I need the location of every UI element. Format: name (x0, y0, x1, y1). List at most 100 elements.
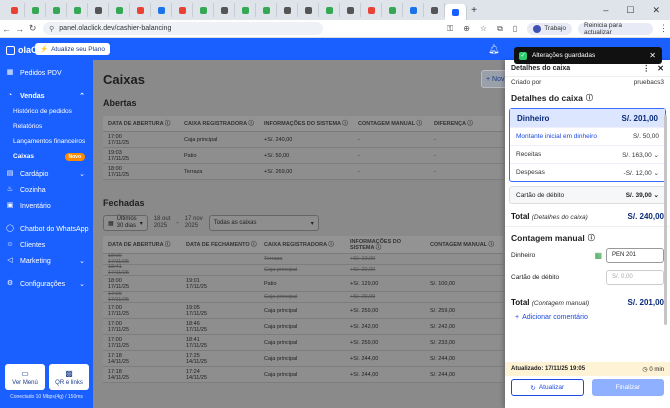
sidebar-item-clientes[interactable]: ☺ Clientes (0, 237, 93, 253)
date-from[interactable]: 18 out 2025 (154, 216, 171, 230)
sidebar-item-cozinha[interactable]: ♨ Cozinha (0, 182, 93, 198)
browser-tab[interactable] (403, 3, 424, 17)
sidebar-item-cardapio[interactable]: ▤ Cardápio ⌄ (0, 166, 93, 182)
table-row[interactable]: 18:00 17/11/25 Terraza +S/. 269,00 - - (103, 164, 503, 180)
info-icon[interactable]: ⓘ (588, 233, 595, 243)
profile-button[interactable]: Trabajo (527, 22, 572, 35)
back-icon[interactable]: ← (0, 24, 13, 34)
browser-tab[interactable] (88, 3, 109, 17)
sidebar-item-label: Pedidos PDV (20, 69, 62, 77)
sidebar-item-label: Vendas (20, 92, 45, 100)
cash-value: S/. 201,00 (621, 113, 658, 123)
browser-menu-icon[interactable]: ⋮ (657, 23, 670, 34)
browser-tab[interactable] (130, 3, 151, 17)
cashier-filter-select[interactable]: Todas as caixas ▾ (208, 215, 319, 231)
browser-tab[interactable] (172, 3, 193, 17)
sidebar-sub-historico[interactable]: Histórico de pedidos (0, 104, 93, 119)
table-cell: - (358, 168, 360, 175)
olaclick-logo-icon (6, 45, 15, 55)
sidebar-item-configuracoes[interactable]: ⚙ Configurações ⌄ (0, 276, 93, 292)
browser-tab[interactable] (4, 3, 25, 17)
sidebar-sub-label: Histórico de pedidos (13, 108, 72, 115)
sidebar-sub-relatorios[interactable]: Relatórios (0, 119, 93, 134)
new-cashier-button[interactable]: + Nov (481, 70, 505, 88)
browser-tab[interactable] (67, 3, 88, 17)
table-cell: 18:00 17/11/25 (108, 277, 130, 290)
table-row[interactable]: 17:00 17/11/25 Caja principal +S/. 20,00 (103, 291, 503, 303)
refresh-icon: ↻ (530, 384, 536, 392)
finish-button[interactable]: Finalizar (591, 379, 664, 396)
minimize-icon[interactable]: – (603, 5, 608, 16)
zoom-icon[interactable]: ⊕ (463, 24, 470, 34)
info-icon[interactable]: ⓘ (586, 93, 593, 103)
expense-row[interactable]: Despesas -S/. 12,00 ⌄ (510, 163, 665, 181)
table-row[interactable]: 19:03 17/11/25 Patio +S/. 50,00 - - (103, 148, 503, 164)
browser-tab[interactable] (235, 3, 256, 17)
browser-tab[interactable] (445, 4, 467, 20)
cash-total-row[interactable]: Dinheiro S/. 201,00 (510, 109, 665, 127)
browser-tab[interactable] (151, 3, 172, 17)
browser-tab[interactable] (25, 3, 46, 17)
table-row[interactable]: 17:00 17/11/25 Caja principal +S/. 240,00 -… (103, 132, 503, 148)
income-row[interactable]: Receitas S/. 163,00 ⌄ (510, 145, 665, 163)
drawer-scrollbar[interactable] (664, 115, 667, 325)
manual-debit-input[interactable]: S/. 0,00 (606, 269, 664, 285)
bookmark-star-icon[interactable]: ☆ (480, 24, 487, 34)
browser-tab[interactable] (256, 3, 277, 17)
table-row[interactable]: 17:18 14/11/25 17:25 14/11/25 Caja princip… (103, 351, 503, 367)
browser-tab[interactable] (361, 3, 382, 17)
site-info-icon[interactable]: ⚲ (49, 25, 54, 33)
browser-tab[interactable] (193, 3, 214, 17)
table-row[interactable]: 17:18 14/11/25 17:24 14/11/25 Caja princip… (103, 367, 503, 383)
browser-tab[interactable] (109, 3, 130, 17)
reload-icon[interactable]: ↻ (26, 23, 39, 34)
close-icon[interactable]: ✕ (649, 51, 656, 60)
add-comment-label: Adicionar comentário (522, 313, 588, 321)
view-menu-button[interactable]: ▭ Ver Menú (5, 364, 45, 390)
browser-tab[interactable] (382, 3, 403, 17)
more-vertical-icon[interactable]: ⋮ (642, 64, 650, 73)
refresh-button[interactable]: ↻ Atualizar (511, 379, 584, 396)
calculator-icon[interactable]: ▦ (594, 251, 602, 260)
add-comment-link[interactable]: + Adicionar comentário (505, 310, 670, 324)
maximize-icon[interactable]: ☐ (626, 5, 634, 16)
sidebar-item-marketing[interactable]: ◁ Marketing ⌄ (0, 253, 93, 269)
table-cell: +S/. 259,00 (350, 307, 379, 314)
manual-cash-input[interactable]: PEN 201 (606, 247, 664, 263)
extensions-icon[interactable]: ⧉ (497, 24, 503, 34)
table-row[interactable]: 17:00 17/11/25 18:46 17/11/25 Caja princip… (103, 319, 503, 335)
sidebar-item-chatbot[interactable]: ◯ Chatbot do WhatsApp (0, 221, 93, 237)
period-filter[interactable]: ▦ Últimos 30 dias ▾ (103, 215, 148, 231)
new-tab-button[interactable]: + (467, 5, 481, 16)
sidebar-item-inventario[interactable]: ▣ Inventário (0, 198, 93, 214)
browser-tab[interactable] (340, 3, 361, 17)
sidepanel-icon[interactable]: ▯ (513, 24, 517, 34)
browser-tab[interactable] (424, 3, 445, 17)
sidebar-sub-caixas[interactable]: Caixas Novo (0, 149, 93, 164)
browser-tab[interactable] (277, 3, 298, 17)
relaunch-button[interactable]: Reinicia para actualizar (578, 22, 653, 36)
bell-icon[interactable]: 🔔︎ (488, 44, 499, 55)
password-key-icon[interactable]: ⚿ (447, 24, 453, 34)
table-row[interactable]: 18:00 17/11/25 19:01 17/11/25 Patio +S/. 12… (103, 276, 503, 292)
browser-tab[interactable] (319, 3, 340, 17)
date-to[interactable]: 17 nov 2025 (185, 216, 203, 230)
table-cell: 19:05 17/11/25 (186, 304, 208, 317)
url-field[interactable]: ⚲ panel.olaclick.dev/cashier-balancing (43, 22, 324, 35)
upgrade-plan-button[interactable]: ⚡ Atualize seu Plano (35, 43, 110, 55)
close-window-icon[interactable]: ✕ (652, 5, 660, 16)
table-cell: 18:41 17/11/25 (186, 336, 208, 349)
table-row[interactable]: 17:00 17/11/25 19:05 17/11/25 Caja princip… (103, 303, 503, 319)
table-row[interactable]: 18:41 17/11/25 Caja principal +S/. 20,00 (103, 264, 503, 276)
sidebar-item-vendas[interactable]: ◔ Vendas ⌃ (0, 88, 93, 104)
browser-tab[interactable] (214, 3, 235, 17)
forward-icon[interactable]: → (13, 24, 26, 34)
sidebar-sub-lancamentos[interactable]: Lançamentos financeiros (0, 134, 93, 149)
table-row[interactable]: 17:00 17/11/25 18:41 17/11/25 Caja princip… (103, 335, 503, 351)
close-icon[interactable]: ✕ (657, 64, 664, 73)
debit-card-row[interactable]: Cartão de débito S/. 39,00 ⌄ (509, 186, 666, 204)
browser-tab[interactable] (46, 3, 67, 17)
qr-links-button[interactable]: ▩ QR e links (49, 364, 89, 390)
browser-tab[interactable] (298, 3, 319, 17)
sidebar-item-pedidos[interactable]: ▦ Pedidos PDV (0, 65, 93, 81)
